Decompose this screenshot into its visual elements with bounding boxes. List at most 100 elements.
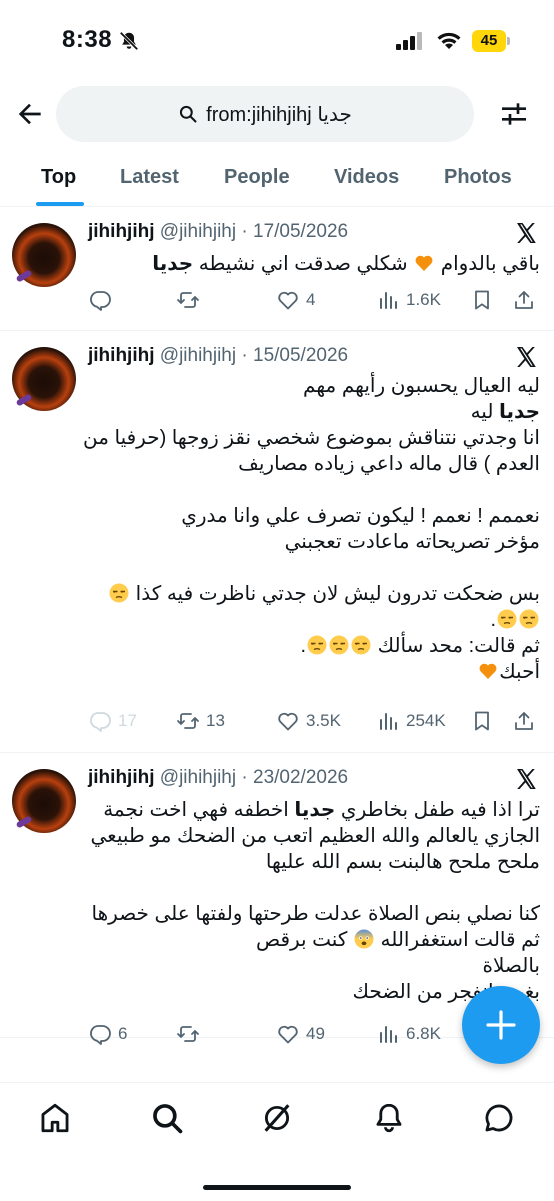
tweet-author-handle[interactable]: @jihihjihj	[160, 767, 236, 788]
tab-top[interactable]: Top	[41, 150, 76, 206]
cellular-signal-icon	[396, 32, 422, 50]
compose-button[interactable]	[462, 986, 540, 1064]
search-input[interactable]: from:jihihjihj جديا	[56, 86, 474, 142]
like-button[interactable]: 3.5K	[276, 706, 341, 736]
views-icon	[380, 1026, 397, 1043]
tweet-text-run: باقي بالدوام	[435, 253, 540, 275]
tweet-line: بالصلاة	[88, 953, 540, 979]
search-query: from:jihihjihj جديا	[206, 102, 352, 127]
orange-heart-emoji	[415, 255, 433, 271]
tweet-separator: ·	[236, 767, 253, 788]
bookmark-button[interactable]	[470, 285, 494, 315]
tweet-line: جديا ليه	[88, 399, 540, 425]
tweet[interactable]: jihihjihj @jihihjihj · 17/05/2026 باقي ب…	[0, 207, 554, 331]
tweet-text-run: نعممم ! نعمم ! ليكون تصرف علي وانا مدري	[181, 505, 540, 527]
back-arrow-icon[interactable]	[14, 98, 46, 130]
home-indicator	[203, 1185, 351, 1190]
repost-icon	[177, 1026, 199, 1042]
tweet-text-run: بس ضحكت تدرون ليش لان جدتي ناظرت فيه كذا	[130, 583, 540, 605]
tab-people[interactable]: People	[224, 150, 290, 206]
highlighted-search-term: جديا	[152, 253, 194, 275]
fearful-face-emoji	[354, 929, 374, 949]
tweet-line: الجازي يالعالم والله العظيم اتعب من الضح…	[88, 823, 540, 849]
tweet[interactable]: jihihjihj @jihihjihj · 15/05/2026 ليه ال…	[0, 331, 554, 753]
share-button[interactable]	[512, 706, 536, 736]
highlighted-search-term: جديا	[499, 401, 540, 423]
reply-button[interactable]: 17	[88, 706, 137, 736]
tweet-line: انا وجدتي نتناقش بموضوع شخصي نقز زوجها (…	[83, 425, 540, 451]
like-count: 3.5K	[306, 711, 341, 730]
repost-button[interactable]	[176, 285, 200, 315]
repost-count: 13	[206, 711, 225, 730]
wifi-icon	[437, 32, 461, 49]
bookmark-icon	[475, 711, 489, 731]
home-icon[interactable]	[38, 1101, 72, 1135]
tweet-text-run: العدم ) قال ماله داعي زياده مصاريف	[238, 453, 540, 475]
notifications-bell-icon[interactable]	[372, 1101, 406, 1135]
unamused-face-emoji	[497, 609, 517, 629]
views-button[interactable]: 254K	[376, 706, 446, 736]
search-header: from:jihihjihj جديا	[0, 80, 554, 150]
views-button[interactable]: 6.8K	[376, 1019, 441, 1049]
tab-latest[interactable]: Latest	[120, 150, 179, 206]
share-button[interactable]	[512, 285, 536, 315]
grok-icon[interactable]	[260, 1101, 294, 1135]
views-button[interactable]: 1.6K	[376, 285, 441, 315]
like-button[interactable]: 49	[276, 1019, 325, 1049]
tweet-author-name[interactable]: jihihjihj	[88, 345, 155, 366]
reply-icon	[90, 1025, 111, 1045]
repost-button[interactable]	[176, 1019, 200, 1049]
status-bar: 8:38 45	[0, 0, 554, 80]
bookmark-button[interactable]	[470, 706, 494, 736]
tweet-header: jihihjihj @jihihjihj · 23/02/2026	[88, 767, 348, 789]
unamused-face-emoji	[329, 635, 349, 655]
tweet-text-run: ثم قالت استغفرالله	[374, 929, 540, 951]
tweet-text-run: ليه العيال يحسبون رأيهم مهم	[303, 375, 540, 397]
tweet-text-run: انا وجدتي نتناقش بموضوع شخصي نقز زوجها (…	[82, 427, 540, 449]
tweet-date[interactable]: 15/05/2026	[253, 345, 348, 366]
tab-photos[interactable]: Photos	[444, 150, 512, 206]
avatar[interactable]	[12, 769, 76, 833]
tweet-line: أحبك	[88, 659, 540, 685]
tweet-text-run: ليه	[470, 401, 499, 423]
x-logo-icon	[517, 769, 536, 789]
reply-button[interactable]: 6	[88, 1019, 127, 1049]
tweet-text-run: الجازي يالعالم والله العظيم اتعب من الضح…	[90, 825, 540, 847]
tweet-author-name[interactable]: jihihjihj	[88, 221, 155, 242]
views-count: 1.6K	[406, 290, 441, 309]
bottom-nav	[0, 1082, 554, 1201]
filter-sliders-icon[interactable]	[498, 98, 530, 130]
tweet-date[interactable]: 23/02/2026	[253, 767, 348, 788]
tweet-author-handle[interactable]: @jihihjihj	[160, 221, 236, 242]
unamused-face-emoji	[519, 609, 539, 629]
tweet-text-run: اخطفه فهي اخت نجمة	[103, 799, 295, 821]
unamused-face-emoji	[351, 635, 371, 655]
bookmark-icon	[475, 290, 489, 310]
search-icon[interactable]	[150, 1101, 184, 1135]
tweet-text-run: ثم قالت: محد سألك	[372, 635, 540, 657]
like-icon	[278, 712, 298, 731]
like-icon	[278, 1025, 298, 1044]
battery-tip	[507, 37, 510, 45]
reply-button[interactable]	[88, 285, 112, 315]
reply-icon	[90, 291, 111, 311]
tweet-text-run: ملحح ملحح هالبنت بسم الله عليها	[265, 851, 540, 873]
repost-button[interactable]: 13	[176, 706, 225, 736]
tab-videos[interactable]: Videos	[334, 150, 399, 206]
reply-icon	[90, 712, 111, 732]
unamused-face-emoji	[109, 583, 129, 603]
tweet-line: كنا نصلي بنص الصلاة عدلت طرحتها ولفتها ع…	[88, 901, 540, 927]
views-icon	[380, 713, 397, 730]
search-query-term: جديا	[317, 103, 352, 126]
tweet-text-run: مؤخر تصريحاته ماعادت تعجبني	[284, 531, 540, 553]
avatar[interactable]	[12, 347, 76, 411]
tweet-author-handle[interactable]: @jihihjihj	[160, 345, 236, 366]
messages-icon[interactable]	[482, 1101, 516, 1135]
tweet-author-name[interactable]: jihihjihj	[88, 767, 155, 788]
tweet-date[interactable]: 17/05/2026	[253, 221, 348, 242]
views-count: 254K	[406, 711, 446, 730]
like-button[interactable]: 4	[276, 285, 315, 315]
avatar[interactable]	[12, 223, 76, 287]
